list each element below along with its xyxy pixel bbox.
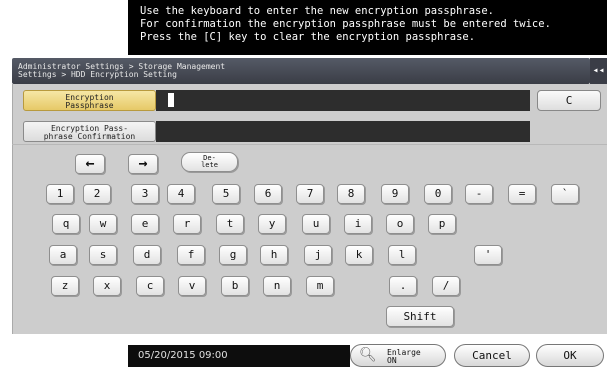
key-9[interactable]: 9	[381, 184, 409, 204]
key-period[interactable]: .	[389, 276, 417, 296]
key-3[interactable]: 3	[131, 184, 159, 204]
key-m[interactable]: m	[306, 276, 334, 296]
key-u[interactable]: u	[302, 214, 330, 234]
key-d[interactable]: d	[133, 245, 161, 265]
confirmation-input[interactable]	[156, 121, 530, 142]
enlarge-button[interactable]: 🔍︎ Enlarge ON	[350, 344, 446, 367]
key-v[interactable]: v	[178, 276, 206, 296]
key-l[interactable]: l	[388, 245, 416, 265]
key-j[interactable]: j	[304, 245, 332, 265]
key-c[interactable]: c	[136, 276, 164, 296]
key-n[interactable]: n	[263, 276, 291, 296]
breadcrumb: Administrator Settings > Storage Managem…	[12, 58, 590, 84]
key-a[interactable]: a	[49, 245, 77, 265]
confirmation-field-button[interactable]: Encryption Pass- phrase Confirmation	[23, 121, 156, 142]
shift-key[interactable]: Shift	[386, 306, 454, 327]
key-p[interactable]: p	[428, 214, 456, 234]
divider	[12, 144, 607, 145]
right-arrow-key[interactable]: →	[128, 154, 158, 174]
passphrase-label-line-2: Passphrase	[65, 101, 114, 110]
key-7[interactable]: 7	[296, 184, 324, 204]
key-o[interactable]: o	[386, 214, 414, 234]
passphrase-input[interactable]	[156, 90, 530, 111]
enlarge-magnifier-icon: 🔍︎	[359, 347, 377, 363]
breadcrumb-line-2: Settings > HDD Encryption Setting	[18, 70, 177, 79]
key-2[interactable]: 2	[83, 184, 111, 204]
key-5[interactable]: 5	[212, 184, 240, 204]
key-r[interactable]: r	[173, 214, 201, 234]
key-s[interactable]: s	[89, 245, 117, 265]
key-slash[interactable]: /	[432, 276, 460, 296]
instruction-line-3: Press the [C] key to clear the encryptio…	[140, 31, 476, 43]
key-backtick[interactable]: `	[551, 184, 579, 204]
left-arrow-key[interactable]: ←	[75, 154, 105, 174]
key-h[interactable]: h	[260, 245, 288, 265]
passphrase-field-button[interactable]: Encryption Passphrase	[23, 90, 156, 111]
key-q[interactable]: q	[52, 214, 80, 234]
key-6[interactable]: 6	[254, 184, 282, 204]
key-w[interactable]: w	[89, 214, 117, 234]
confirm-label-line-2: phrase Confirmation	[43, 132, 136, 141]
key-4[interactable]: 4	[167, 184, 195, 204]
instruction-line-2: For confirmation the encryption passphra…	[140, 18, 551, 30]
key-1[interactable]: 1	[46, 184, 74, 204]
delete-key-line-2: lete	[201, 161, 218, 169]
key-f[interactable]: f	[177, 245, 205, 265]
enlarge-label-line-2: ON	[387, 356, 397, 365]
enlarge-label: Enlarge ON	[387, 349, 421, 365]
key-8[interactable]: 8	[337, 184, 365, 204]
key-0[interactable]: 0	[424, 184, 452, 204]
clear-button[interactable]: C	[537, 90, 601, 111]
key-z[interactable]: z	[51, 276, 79, 296]
key-k[interactable]: k	[345, 245, 373, 265]
key-x[interactable]: x	[93, 276, 121, 296]
key-b[interactable]: b	[221, 276, 249, 296]
key-minus[interactable]: -	[465, 184, 493, 204]
ok-button[interactable]: OK	[536, 344, 604, 367]
key-t[interactable]: t	[216, 214, 244, 234]
header-blank	[0, 0, 128, 55]
cancel-button[interactable]: Cancel	[454, 344, 530, 367]
instruction-line-1: Use the keyboard to enter the new encryp…	[140, 5, 495, 17]
key-equals[interactable]: =	[508, 184, 536, 204]
side-panel-toggle-icon[interactable]: ◂◂	[590, 58, 607, 84]
key-apostrophe[interactable]: '	[474, 245, 502, 265]
key-i[interactable]: i	[344, 214, 372, 234]
key-g[interactable]: g	[219, 245, 247, 265]
instruction-panel: Use the keyboard to enter the new encryp…	[128, 0, 607, 55]
key-e[interactable]: e	[131, 214, 159, 234]
key-y[interactable]: y	[258, 214, 286, 234]
delete-key[interactable]: De- lete	[181, 152, 238, 172]
text-cursor	[168, 93, 174, 107]
datetime-display: 05/20/2015 09:00	[128, 345, 350, 367]
